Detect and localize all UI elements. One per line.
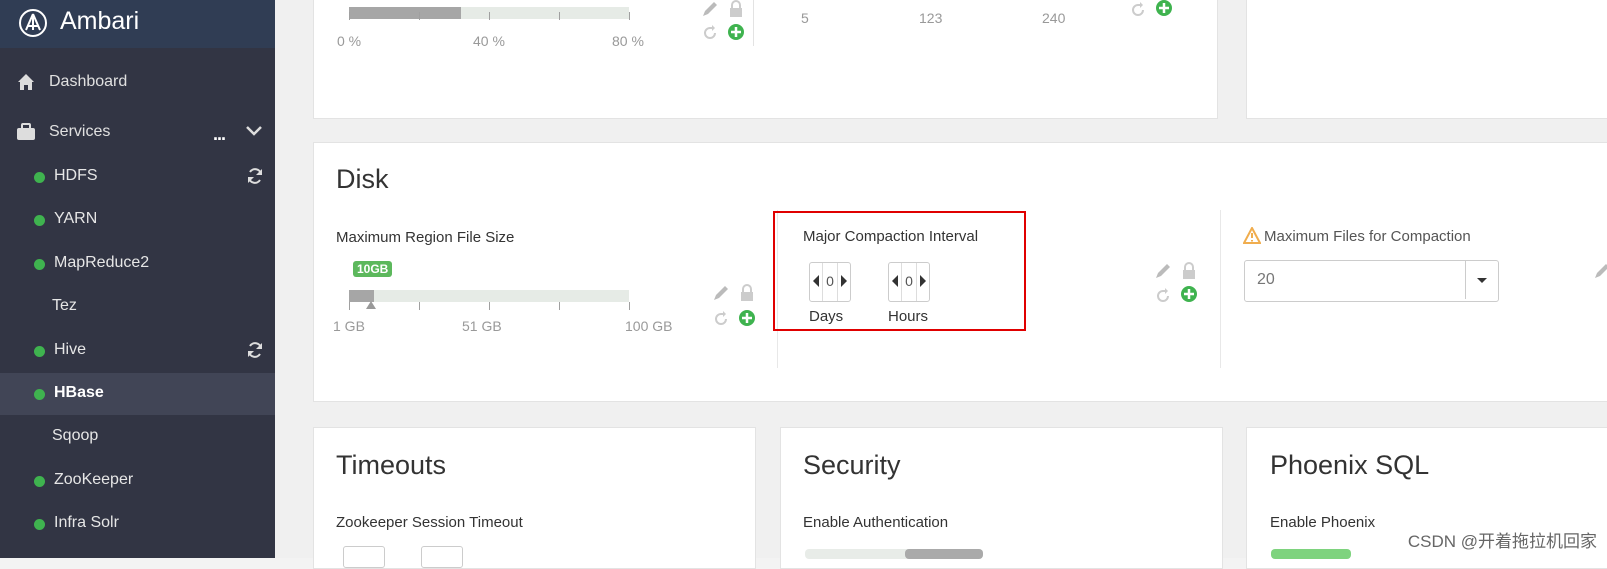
slider-tick	[349, 12, 350, 20]
sidebar-service-item[interactable]: MapReduce2	[0, 243, 275, 285]
plus-circle-icon[interactable]	[738, 309, 756, 327]
undo-icon[interactable]	[712, 310, 730, 328]
plus-circle-icon[interactable]	[1180, 285, 1198, 303]
warning-icon	[1243, 227, 1261, 244]
slider-tick	[559, 302, 560, 310]
enable-phoenix-label: Enable Phoenix	[1270, 514, 1376, 531]
home-icon	[18, 74, 34, 90]
sidebar-item-dashboard[interactable]: Dashboard	[0, 62, 275, 102]
slider-tick	[489, 12, 490, 20]
slider-tick	[349, 302, 350, 310]
section-title-timeouts: Timeouts	[336, 450, 447, 480]
undo-icon[interactable]	[1154, 287, 1172, 305]
slider-label: 240	[1042, 10, 1066, 26]
chevron-down-icon[interactable]	[245, 124, 263, 138]
undo-icon[interactable]	[701, 24, 719, 42]
slider-tick	[629, 12, 630, 20]
refresh-icon[interactable]	[245, 340, 265, 360]
watermark-text: CSDN @开着拖拉机回家	[1407, 532, 1597, 551]
service-label: Tez	[52, 297, 77, 315]
slider-label: 100 GB	[625, 318, 673, 334]
sidebar-service-item[interactable]: Infra Solr	[0, 503, 275, 545]
pencil-icon[interactable]	[712, 284, 730, 302]
slider-tick	[559, 12, 560, 20]
service-label: HDFS	[54, 167, 98, 184]
slider-value-badge: 10GB	[353, 261, 393, 277]
divider	[1220, 210, 1221, 368]
status-dot-icon	[34, 172, 45, 183]
service-label: ZooKeeper	[54, 470, 134, 488]
slider-tick	[629, 302, 630, 310]
status-dot-icon	[34, 519, 45, 531]
service-label: YARN	[54, 210, 98, 228]
sidebar-service-item[interactable]: YARN	[0, 199, 275, 241]
divider	[753, 0, 754, 46]
service-label: Sqoop	[52, 427, 99, 445]
status-dot-icon	[34, 215, 45, 227]
slider-tick	[489, 302, 490, 310]
section-title-security: Security	[803, 450, 901, 480]
status-dot-icon	[34, 475, 45, 487]
enable-auth-label: Enable Authentication	[803, 514, 949, 531]
panel-security	[780, 427, 1223, 569]
plus-circle-icon[interactable]	[727, 23, 745, 41]
ambari-logo-icon	[19, 9, 47, 37]
slider-label: 123	[919, 10, 943, 26]
plus-circle-icon[interactable]	[1155, 0, 1173, 17]
sidebar-item-label: Services	[49, 123, 111, 140]
service-label: MapReduce2	[54, 253, 150, 271]
sidebar-service-item[interactable]: HDFS	[0, 156, 275, 198]
brand-name: Ambari	[60, 7, 140, 35]
sidebar-item-label: Dashboard	[49, 73, 128, 90]
refresh-icon[interactable]	[245, 166, 265, 186]
slider-label: 80 %	[612, 33, 644, 49]
slider-fill	[349, 7, 461, 19]
services-more-menu[interactable]: ...	[213, 124, 226, 145]
sidebar-service-item[interactable]: Sqoop	[0, 416, 275, 458]
sidebar-item-services[interactable]: Services	[0, 112, 275, 152]
service-label: HBase	[54, 384, 104, 401]
service-label: Infra Solr	[54, 514, 119, 532]
slider-label: 40 %	[473, 33, 505, 49]
zk-timeout-stepper[interactable]	[343, 546, 385, 568]
slider-tick	[419, 12, 420, 20]
zk-timeout-stepper[interactable]	[421, 546, 463, 568]
status-dot-icon	[34, 389, 45, 400]
pencil-icon[interactable]	[1154, 262, 1172, 280]
region-size-slider[interactable]	[349, 290, 629, 302]
section-title-disk: Disk	[336, 164, 389, 194]
sidebar-service-item[interactable]: ZooKeeper	[0, 460, 275, 502]
slider-label: 1 GB	[333, 318, 365, 334]
service-label: Hive	[54, 340, 87, 358]
lock-icon[interactable]	[1180, 262, 1198, 280]
briefcase-icon	[17, 123, 35, 140]
slider-tick	[419, 302, 420, 310]
max-files-label: Maximum Files for Compaction	[1264, 228, 1471, 245]
slider-label: 51 GB	[462, 318, 502, 334]
status-dot-icon	[34, 345, 45, 357]
section-title-phoenix: Phoenix SQL	[1270, 450, 1430, 480]
sidebar-service-item[interactable]: Tez	[0, 286, 275, 328]
sidebar-service-item[interactable]: HBase	[0, 373, 275, 415]
max-files-value[interactable]: 20	[1257, 271, 1275, 289]
slider-handle-icon[interactable]	[366, 301, 376, 309]
slider-label: 5	[801, 10, 809, 26]
region-size-label: Maximum Region File Size	[336, 229, 515, 246]
zk-timeout-label: Zookeeper Session Timeout	[336, 514, 523, 531]
pencil-icon[interactable]	[701, 0, 719, 18]
slider-label: 0 %	[337, 33, 362, 49]
pencil-icon[interactable]	[1593, 262, 1607, 280]
lock-icon[interactable]	[738, 284, 756, 302]
sidebar-service-item[interactable]: Hive	[0, 330, 275, 372]
panel-top-right	[1246, 0, 1607, 119]
undo-icon[interactable]	[1129, 1, 1147, 19]
max-files-select[interactable]: 20	[1244, 260, 1499, 302]
highlight-box	[773, 211, 1026, 331]
dropdown-caret-icon[interactable]	[1465, 261, 1498, 299]
lock-icon[interactable]	[727, 0, 745, 18]
status-dot-icon	[34, 258, 45, 270]
sidebar: Ambari Dashboard Services ... HDFS YARN Ma…	[0, 0, 275, 558]
brand-header[interactable]: Ambari	[0, 0, 275, 48]
